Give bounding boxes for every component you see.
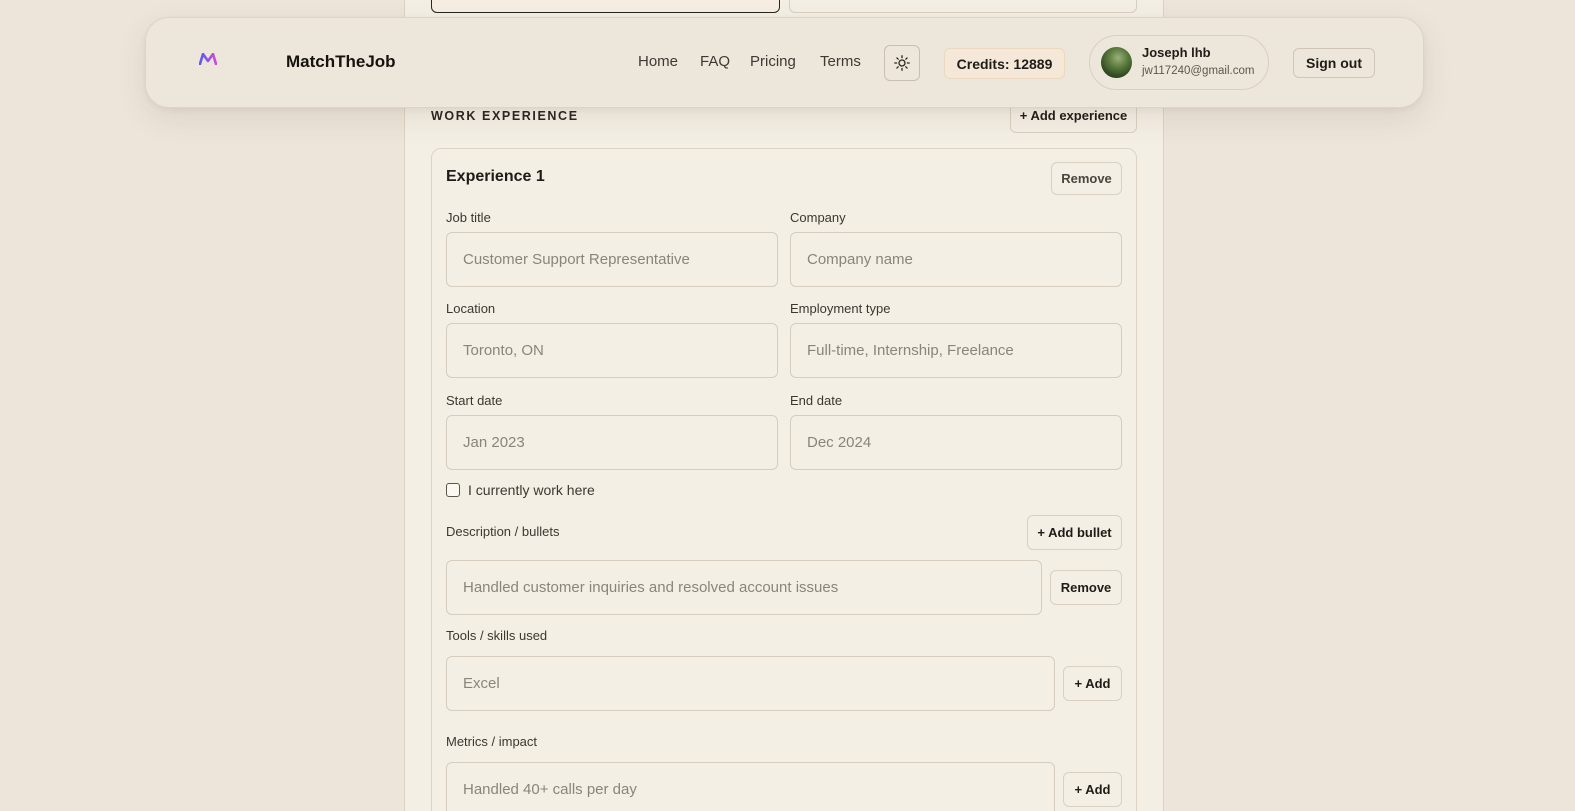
current-job-label: I currently work here	[468, 482, 595, 498]
metrics-label: Metrics / impact	[446, 734, 538, 749]
experience-title: Experience 1	[446, 168, 545, 185]
description-label: Description / bullets	[446, 524, 560, 539]
employment-type-label: Employment type	[790, 301, 891, 316]
add-bullet-button[interactable]: + Add bullet	[1027, 515, 1122, 550]
employment-type-input[interactable]	[790, 323, 1122, 378]
current-job-checkbox[interactable]	[446, 483, 460, 497]
start-date-label: Start date	[446, 393, 503, 408]
add-tool-button[interactable]: + Add	[1063, 666, 1122, 701]
job-title-label: Job title	[446, 210, 491, 225]
previous-field[interactable]	[789, 0, 1137, 13]
previous-field-focused[interactable]	[431, 0, 780, 13]
job-title-input[interactable]	[446, 232, 778, 287]
credits-badge[interactable]: Credits: 12889	[944, 48, 1065, 79]
avatar	[1101, 47, 1132, 78]
nav-faq[interactable]: FAQ	[700, 53, 730, 70]
tools-label: Tools / skills used	[446, 628, 548, 643]
nav-home[interactable]: Home	[638, 53, 678, 70]
location-label: Location	[446, 301, 496, 316]
sign-out-button[interactable]: Sign out	[1293, 48, 1375, 78]
company-label: Company	[790, 210, 846, 225]
remove-experience-button[interactable]: Remove	[1051, 162, 1122, 195]
user-email: jw117240@gmail.com	[1142, 65, 1255, 77]
current-job-row[interactable]: I currently work here	[446, 482, 595, 498]
end-date-input[interactable]	[790, 415, 1122, 470]
logo-icon[interactable]	[199, 53, 217, 65]
start-date-input[interactable]	[446, 415, 778, 470]
metrics-input[interactable]	[446, 762, 1055, 811]
company-input[interactable]	[790, 232, 1122, 287]
theme-toggle-button[interactable]	[884, 45, 920, 81]
page: WORK EXPERIENCE + Add experience Experie…	[0, 0, 1575, 811]
user-name: Joseph lhb	[1142, 45, 1211, 60]
location-input[interactable]	[446, 323, 778, 378]
nav-terms[interactable]: Terms	[820, 53, 861, 70]
bullet-input[interactable]	[446, 560, 1042, 615]
remove-bullet-button[interactable]: Remove	[1050, 570, 1122, 605]
end-date-label: End date	[790, 393, 843, 408]
nav-pricing[interactable]: Pricing	[750, 53, 796, 70]
add-metric-button[interactable]: + Add	[1063, 772, 1122, 807]
tools-input[interactable]	[446, 656, 1055, 711]
section-title: WORK EXPERIENCE	[431, 109, 579, 123]
brand-name[interactable]: MatchTheJob	[286, 52, 396, 72]
sun-icon	[894, 55, 910, 71]
